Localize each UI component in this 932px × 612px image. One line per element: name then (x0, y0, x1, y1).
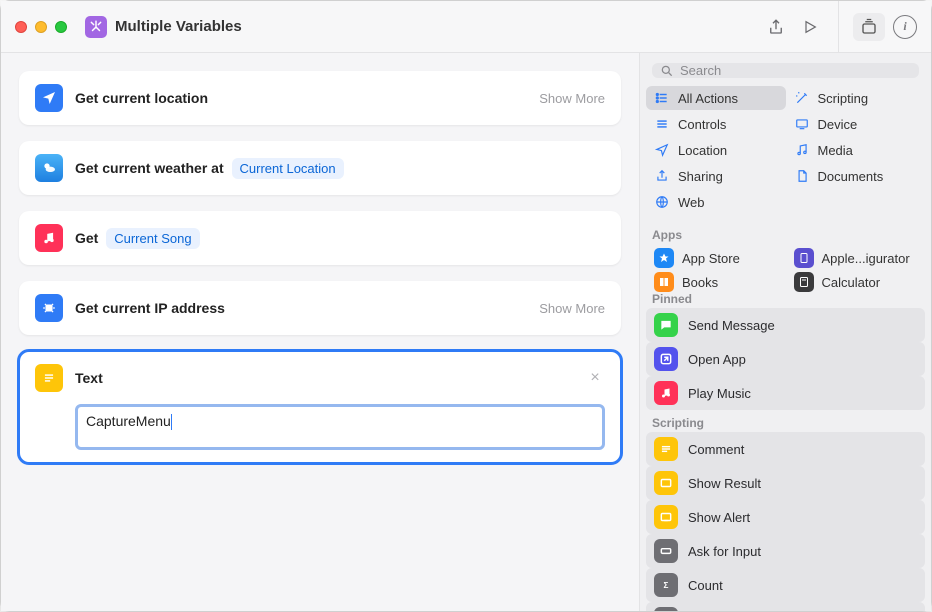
action-title: Get Current Song (75, 230, 200, 246)
window-controls (15, 21, 67, 33)
scripting-section-header: Scripting (640, 410, 931, 432)
category-controls[interactable]: Controls (646, 112, 786, 136)
apps-section-header: Apps (640, 222, 931, 244)
pinned-open-app[interactable]: Open App (646, 342, 925, 376)
ask-input-icon (654, 539, 678, 563)
scripting-show-result[interactable]: Show Result (646, 466, 925, 500)
share-button[interactable] (762, 14, 790, 40)
run-button[interactable] (796, 14, 824, 40)
controls-icon (654, 116, 670, 132)
message-icon (654, 313, 678, 337)
workflow-canvas: Get current location Show More Get curre… (1, 53, 639, 611)
scripting-count[interactable]: ΣCount (646, 568, 925, 602)
show-alert-icon (654, 505, 678, 529)
action-title: Get current weather at Current Location (75, 160, 344, 176)
action-title: Get current IP address (75, 300, 225, 316)
scripting-ask-input[interactable]: Ask for Input (646, 534, 925, 568)
app-icon (85, 16, 107, 38)
action-get-current-song[interactable]: Get Current Song (19, 211, 621, 265)
text-input[interactable]: CaptureMenu (75, 404, 605, 450)
category-media[interactable]: Media (786, 138, 926, 162)
text-value: CaptureMenu (86, 413, 171, 429)
count-icon: Σ (654, 573, 678, 597)
category-grid: All Actions Scripting Controls Device Lo… (640, 86, 931, 222)
titlebar: Multiple Variables i (1, 1, 931, 53)
pinned-section-header: Pinned (640, 286, 931, 308)
show-result-icon (654, 471, 678, 495)
search-field[interactable]: Search (652, 63, 919, 78)
app-app-store[interactable]: App Store (646, 244, 786, 272)
pinned-send-message[interactable]: Send Message (646, 308, 925, 342)
show-more-button[interactable]: Show More (539, 91, 605, 106)
note-icon (794, 142, 810, 158)
pinned-play-music[interactable]: Play Music (646, 376, 925, 410)
doc-icon (794, 168, 810, 184)
variable-token-current-location[interactable]: Current Location (232, 158, 344, 179)
ip-icon (35, 294, 63, 322)
window-title: Multiple Variables (115, 18, 242, 35)
comment-icon (654, 437, 678, 461)
wand-icon (794, 90, 810, 106)
play-music-icon (654, 381, 678, 405)
action-get-current-weather[interactable]: Get current weather at Current Location (19, 141, 621, 195)
globe-icon (654, 194, 670, 210)
category-sharing[interactable]: Sharing (646, 164, 786, 188)
zoom-window-button[interactable] (55, 21, 67, 33)
close-window-button[interactable] (15, 21, 27, 33)
minimize-window-button[interactable] (35, 21, 47, 33)
configurator-icon (794, 248, 814, 268)
category-device[interactable]: Device (786, 112, 926, 136)
variable-token-current-song[interactable]: Current Song (106, 228, 199, 249)
category-documents[interactable]: Documents (786, 164, 926, 188)
show-more-button[interactable]: Show More (539, 301, 605, 316)
list-icon (654, 90, 670, 106)
svg-text:Σ: Σ (664, 581, 669, 590)
app-configurator[interactable]: Apple...igurator (786, 244, 926, 272)
action-title: Get current location (75, 90, 208, 106)
scripting-show-alert[interactable]: Show Alert (646, 500, 925, 534)
pinned-list: Send Message Open App Play Music (640, 308, 931, 410)
category-location[interactable]: Location (646, 138, 786, 162)
action-library-sidebar: Search All Actions Scripting Controls De… (639, 53, 931, 611)
text-icon (35, 364, 63, 392)
category-web[interactable]: Web (646, 190, 786, 214)
monitor-icon (794, 116, 810, 132)
search-icon (660, 64, 674, 78)
remove-action-button[interactable]: × (585, 369, 605, 387)
app-store-icon (654, 248, 674, 268)
info-button[interactable]: i (893, 15, 917, 39)
action-text[interactable]: Text × CaptureMenu (19, 351, 621, 463)
category-scripting[interactable]: Scripting (786, 86, 926, 110)
apps-grid: App Store Apple...igurator Books Calcula… (640, 244, 931, 292)
action-title: Text (75, 370, 103, 386)
category-all-actions[interactable]: All Actions (646, 86, 786, 110)
location-icon (35, 84, 63, 112)
action-get-ip-address[interactable]: Get current IP address Show More (19, 281, 621, 335)
share-icon (654, 168, 670, 184)
library-toggle-button[interactable] (853, 13, 885, 41)
music-icon (35, 224, 63, 252)
scripting-choose-menu[interactable]: Choose from Menu (646, 602, 925, 611)
open-app-icon (654, 347, 678, 371)
scripting-list: Comment Show Result Show Alert Ask for I… (640, 432, 931, 611)
weather-icon (35, 154, 63, 182)
choose-menu-icon (654, 607, 678, 611)
search-placeholder: Search (680, 63, 721, 78)
scripting-comment[interactable]: Comment (646, 432, 925, 466)
nav-icon (654, 142, 670, 158)
action-get-current-location[interactable]: Get current location Show More (19, 71, 621, 125)
